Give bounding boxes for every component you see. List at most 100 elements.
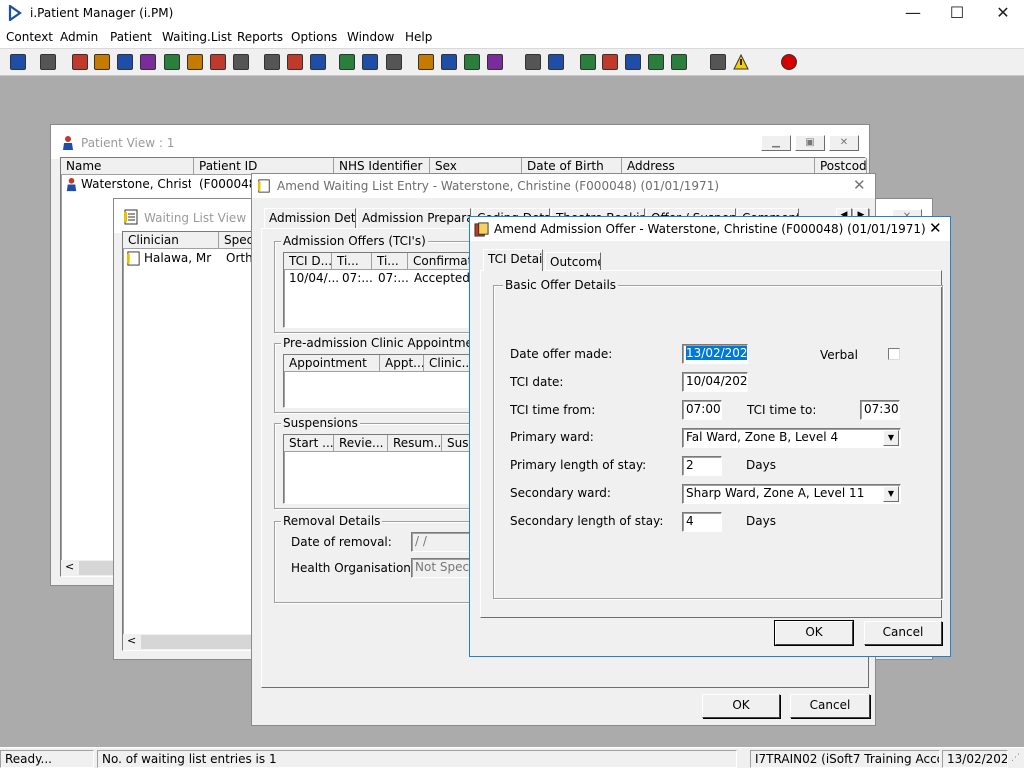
printer-icon-glyph (40, 54, 56, 70)
secondary-los-days-label: Days (746, 514, 776, 528)
timer-icon-glyph (386, 54, 402, 70)
chevron-down-icon[interactable]: ▼ (883, 430, 899, 446)
date-offer-made-field[interactable]: 13/02/2023 (682, 344, 748, 364)
edit-icon[interactable] (262, 52, 282, 72)
resize-grip-icon[interactable]: ⋰ (1011, 753, 1020, 763)
report-icon[interactable] (337, 52, 357, 72)
book-icon[interactable] (70, 52, 90, 72)
amend-offer-close-icon[interactable]: ✕ (929, 219, 942, 237)
menu-options[interactable]: Options (291, 30, 337, 44)
maximize-button[interactable]: ☐ (934, 0, 980, 28)
doctor-icon[interactable] (162, 52, 182, 72)
notes-icon[interactable] (185, 52, 205, 72)
clock-icon[interactable] (285, 52, 305, 72)
down-arrow-icon[interactable] (646, 52, 666, 72)
secondary-los-field[interactable]: 4 (682, 512, 722, 532)
secondary-ward-select[interactable]: Sharp Ward, Zone A, Level 11 ▼ (682, 484, 901, 504)
warning-icon[interactable] (731, 52, 751, 72)
col-review[interactable]: Revie... (334, 435, 388, 452)
patient-view-restore-button[interactable]: ▣ (795, 135, 825, 151)
menu-admin[interactable]: Admin (60, 30, 98, 44)
minimize-button[interactable]: — (890, 0, 936, 28)
swap-icon[interactable] (708, 52, 728, 72)
scrollbar-thumb[interactable] (141, 635, 251, 649)
patient-icon[interactable] (8, 52, 28, 72)
col-clinic[interactable]: Clinic... (424, 355, 470, 372)
scroll-left-icon[interactable]: < (127, 634, 136, 647)
horizontal-scrollbar[interactable]: < (123, 634, 263, 650)
table-row[interactable]: Waterstone, Christine... (F000048) (61, 176, 261, 194)
edit2-icon-glyph (487, 54, 503, 70)
amend-wle-cancel-button[interactable]: Cancel (790, 694, 870, 718)
col-appt[interactable]: Appt... (380, 355, 424, 372)
chart-icon[interactable] (360, 52, 380, 72)
amend-wle-close-icon[interactable]: ✕ (853, 176, 866, 194)
patient-view-close-button[interactable]: ✕ (829, 135, 859, 151)
col-appointment[interactable]: Appointment (284, 355, 380, 372)
close-button[interactable]: ✕ (980, 0, 1024, 28)
menu-reports[interactable]: Reports (237, 30, 283, 44)
col-time-from[interactable]: Ti... (332, 253, 372, 270)
m-icon[interactable] (138, 52, 158, 72)
up-arrow-icon[interactable] (669, 52, 689, 72)
amend-offer-ok-button[interactable]: OK (774, 620, 854, 646)
menu-context[interactable]: Context (6, 30, 53, 44)
card-icon[interactable] (115, 52, 135, 72)
warning-icon-glyph (733, 53, 749, 70)
timer-icon[interactable] (384, 52, 404, 72)
list-icon (126, 251, 140, 266)
menu-patient[interactable]: Patient (110, 30, 152, 44)
tab-admission-preparation[interactable]: Admission Preparation (357, 208, 471, 228)
amend-offer-cancel-button[interactable]: Cancel (864, 621, 942, 645)
suspensions-label: Suspensions (281, 416, 360, 430)
col-resume[interactable]: Resum... (388, 435, 442, 452)
edit2-icon[interactable] (485, 52, 505, 72)
health-org-label: Health Organisation: (291, 561, 415, 575)
patient-icon-glyph (10, 54, 26, 70)
patient-icon (66, 177, 77, 192)
patient-name-cell: Waterstone, Christine... (81, 177, 191, 191)
form-icon[interactable] (92, 52, 112, 72)
admission-offers-label: Admission Offers (TCI's) (281, 234, 428, 248)
col-start[interactable]: Start ... (284, 435, 334, 452)
check-icon[interactable] (623, 52, 643, 72)
transfer-icon[interactable] (462, 52, 482, 72)
scroll-left-icon[interactable]: < (65, 560, 74, 573)
chevron-down-icon[interactable]: ▼ (883, 486, 899, 502)
page-icon[interactable] (523, 52, 543, 72)
menu-window[interactable]: Window (347, 30, 394, 44)
tci-time-to-field[interactable]: 07:30 (860, 400, 900, 420)
bed-icon[interactable] (208, 52, 228, 72)
list-icon[interactable] (416, 52, 436, 72)
tci-time-from-field[interactable]: 07:00 (682, 400, 722, 420)
tci-date-field[interactable]: 10/04/2023 (682, 372, 748, 392)
tab-tci-details[interactable]: TCI Details (483, 249, 543, 271)
primary-los-field[interactable]: 2 (682, 456, 722, 476)
patient-view-minimize-button[interactable]: ▁ (761, 135, 791, 151)
document-icon[interactable] (439, 52, 459, 72)
exit-icon[interactable] (779, 52, 799, 72)
exit-icon-glyph (781, 54, 797, 70)
col-name[interactable]: Name (61, 158, 194, 175)
globe-icon[interactable] (578, 52, 598, 72)
chat-icon[interactable] (600, 52, 620, 72)
bar-chart-icon[interactable] (546, 52, 566, 72)
menu-waiting-list[interactable]: Waiting.List (162, 30, 232, 44)
col-time-to[interactable]: Ti... (372, 253, 408, 270)
verbal-label: Verbal (820, 348, 858, 362)
col-tci-date[interactable]: TCI D... (284, 253, 332, 270)
primary-ward-select[interactable]: Fal Ward, Zone B, Level 4 ▼ (682, 428, 901, 448)
printer-icon[interactable] (38, 52, 58, 72)
amend-wle-ok-button[interactable]: OK (702, 694, 780, 718)
tci-details-panel: Basic Offer Details Date offer made: 13/… (480, 270, 943, 618)
monitor-icon[interactable] (308, 52, 328, 72)
col-clinician[interactable]: Clinician (123, 232, 219, 249)
tab-outcome[interactable]: Outcome (545, 252, 601, 271)
verbal-checkbox[interactable] (888, 348, 900, 360)
preadmission-label: Pre-admission Clinic Appointments (281, 336, 494, 350)
car-icon[interactable] (231, 52, 251, 72)
tab-admission-details[interactable]: Admission Details (264, 208, 356, 228)
table-row[interactable]: Halawa, Mr M Ortho (123, 250, 263, 268)
menu-help[interactable]: Help (405, 30, 432, 44)
transfer-icon-glyph (464, 54, 480, 70)
